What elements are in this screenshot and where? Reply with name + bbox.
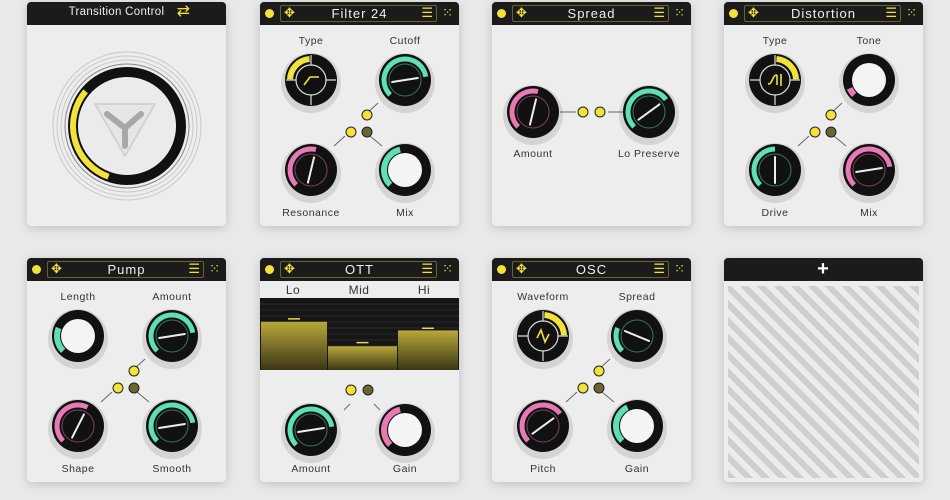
knob-type[interactable] [281, 53, 341, 113]
knob-label: Type [762, 35, 788, 47]
routing-dot[interactable] [809, 126, 821, 138]
knob-label: Amount [513, 148, 553, 160]
knob-label: Amount [152, 291, 192, 303]
routing-dot[interactable] [577, 106, 589, 118]
routing-dot[interactable] [593, 382, 605, 394]
knob-mix[interactable] [375, 143, 435, 203]
panel-pump: ✥ Pump ☰ ⁙ Length Amount Shape Smooth [27, 258, 226, 482]
knob-mix[interactable] [839, 143, 899, 203]
panel-osc: ✥ OSC ☰ ⁙ Waveform Spread Pitch Gain [492, 258, 691, 482]
routing-dot[interactable] [593, 365, 605, 377]
knob-label: Lo Preserve [617, 148, 681, 160]
knob-center [388, 153, 422, 187]
routing-dot[interactable] [594, 106, 606, 118]
routing-dot[interactable] [361, 126, 373, 138]
knob-label: Waveform [517, 291, 569, 303]
knob-amount[interactable] [142, 309, 202, 369]
panel-distortion: ✥ Distortion ☰ ⁙ Type Tone Drive Mix [724, 2, 923, 226]
routing-dot[interactable] [825, 126, 837, 138]
panel-ott: ✥ OTT ☰ ⁙ Lo Mid Hi Amount Gain [260, 258, 459, 482]
plus-icon[interactable]: + [724, 258, 923, 281]
knob-spread[interactable] [607, 309, 667, 369]
knob-label: Length [60, 291, 96, 303]
knob-label: Smooth [152, 463, 192, 475]
knob-center [620, 409, 654, 443]
connector-line [373, 403, 381, 411]
value-arc [846, 87, 857, 97]
connector-line [833, 135, 847, 147]
band-bar-mid[interactable] [328, 346, 397, 370]
knob-amount[interactable] [281, 403, 341, 463]
connector-line [797, 135, 810, 147]
routing-dot[interactable] [345, 384, 357, 396]
knob-center [388, 413, 422, 447]
connector-line [369, 135, 383, 147]
knob-shape[interactable] [48, 399, 108, 459]
knob-lo-preserve[interactable] [619, 85, 679, 145]
routing-dot[interactable] [345, 126, 357, 138]
connector-line [333, 135, 346, 147]
connector-line [601, 391, 615, 403]
knob-label: Pitch [530, 463, 556, 475]
knob-gain[interactable] [375, 403, 435, 463]
knob-label: Tone [856, 35, 882, 47]
knob-resonance[interactable] [281, 143, 341, 203]
routing-dot[interactable] [362, 384, 374, 396]
add-module-header[interactable]: + [724, 258, 923, 281]
connector-line [100, 391, 113, 403]
knob-cutoff[interactable] [375, 53, 435, 113]
transition-knob[interactable] [27, 2, 226, 226]
routing-dot[interactable] [128, 382, 140, 394]
knob-label: Mix [396, 207, 414, 219]
knob-amount[interactable] [503, 85, 563, 145]
panel-spread: ✥ Spread ☰ ⁙ Amount Lo Preserve [492, 2, 691, 226]
knob-waveform[interactable] [513, 309, 573, 369]
knob-label: Amount [291, 463, 331, 475]
knob-label: Mix [860, 207, 878, 219]
knob-pitch[interactable] [513, 399, 573, 459]
knob-label: Cutoff [389, 35, 421, 47]
connector-line [136, 391, 150, 403]
routing-dot[interactable] [128, 365, 140, 377]
connector-line [565, 391, 578, 403]
knob-center [61, 319, 95, 353]
band-bar-lo[interactable] [261, 321, 327, 370]
routing-dot[interactable] [577, 382, 589, 394]
knob-label: Spread [618, 291, 656, 303]
knob-label: Type [298, 35, 324, 47]
knob-tone[interactable] [839, 53, 899, 113]
band-bar-hi[interactable] [398, 330, 458, 370]
connector-line [343, 403, 351, 411]
knob-label: Shape [61, 463, 95, 475]
knob-smooth[interactable] [142, 399, 202, 459]
panel-transition-control: Transition Control ⇄ [27, 2, 226, 226]
knob-gain[interactable] [607, 399, 667, 459]
knob-center [852, 63, 886, 97]
empty-slot-area [728, 286, 919, 478]
knob-label: Gain [392, 463, 418, 475]
band-label: Hi [417, 283, 431, 297]
knob-type[interactable] [745, 53, 805, 113]
routing-dot[interactable] [361, 109, 373, 121]
knob-label: Resonance [282, 207, 340, 219]
knob-label: Gain [624, 463, 650, 475]
routing-dot[interactable] [825, 109, 837, 121]
knob-drive[interactable] [745, 143, 805, 203]
knob-label: Drive [761, 207, 789, 219]
panel-filter: ✥ Filter 24 ☰ ⁙ Type Cutoff Resonance Mix [260, 2, 459, 226]
routing-dot[interactable] [112, 382, 124, 394]
empty-slot[interactable]: + [724, 258, 923, 482]
knob-length[interactable] [48, 309, 108, 369]
